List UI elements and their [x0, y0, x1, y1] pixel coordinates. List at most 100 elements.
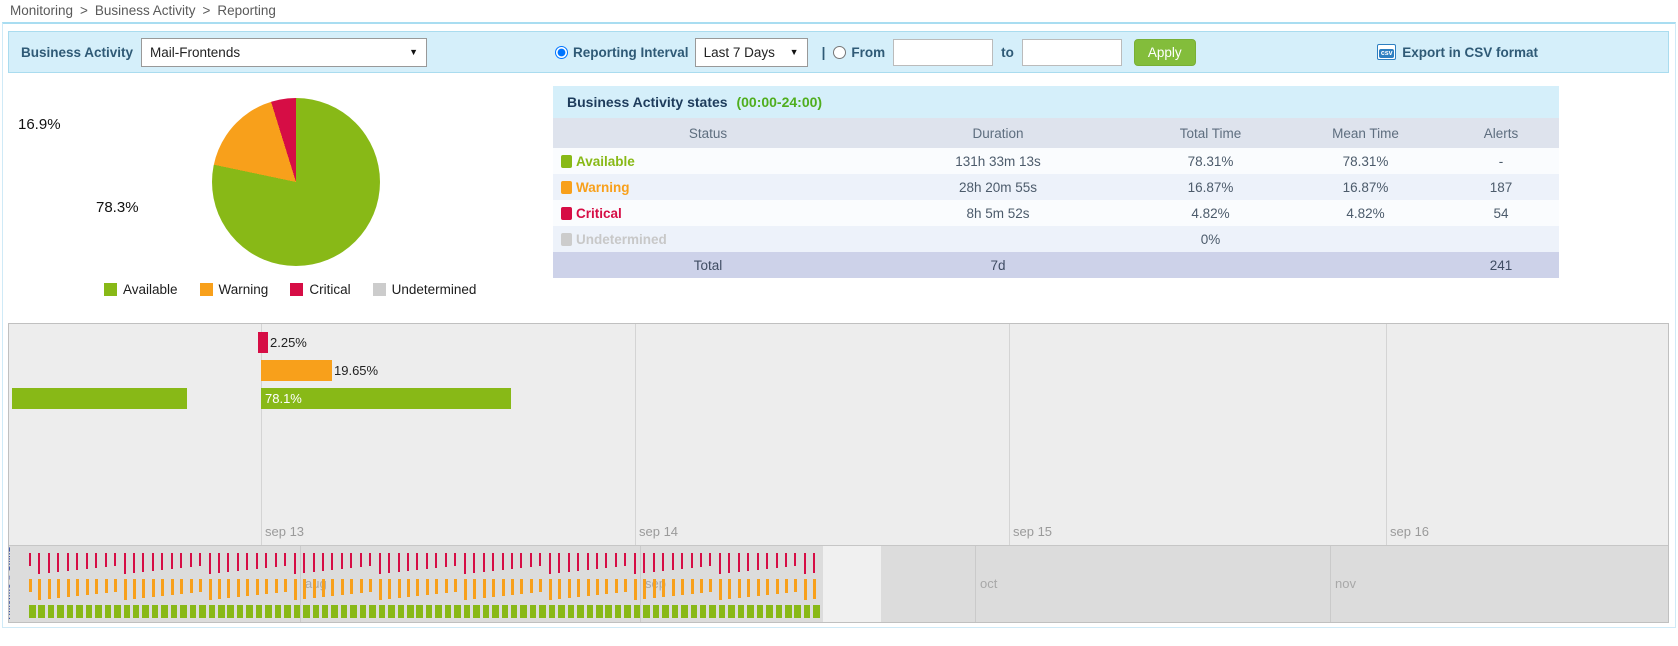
breadcrumb-item-monitoring[interactable]: Monitoring [10, 3, 73, 18]
event-tick-critical [691, 553, 693, 568]
event-tick-available [161, 605, 168, 618]
event-tick-available [464, 605, 471, 618]
cell-total-label: Total [553, 252, 863, 278]
event-tick-critical [624, 553, 626, 566]
event-tick-available [284, 605, 291, 618]
event-tick-warning [142, 579, 145, 598]
breadcrumb-item-reporting[interactable]: Reporting [217, 3, 276, 18]
event-tick-warning [596, 579, 599, 595]
event-tick-warning [511, 579, 514, 595]
event-tick-critical [398, 553, 400, 572]
cell-duration [863, 226, 1133, 252]
event-tick-critical [435, 553, 437, 568]
event-tick-warning [398, 579, 401, 598]
event-tick-warning [67, 579, 70, 597]
event-tick-critical [511, 553, 513, 569]
timeline-overview-band[interactable]: Timeline © SIMILE augsepoctnov [9, 545, 1668, 622]
event-tick-warning [105, 579, 108, 593]
event-tick-critical [728, 553, 730, 573]
timeline-bar-available [12, 388, 187, 409]
legend-label: Available [123, 282, 178, 297]
event-tick-critical [303, 553, 305, 573]
business-activity-select[interactable]: Mail-Frontends ▼ [141, 38, 427, 67]
month-gridline [975, 546, 976, 622]
timeline-main-band[interactable]: sep 13sep 14sep 15sep 162.25%19.65%78.1% [9, 324, 1668, 545]
event-tick-critical [766, 553, 768, 569]
event-tick-available [256, 605, 263, 618]
export-csv-label: Export in CSV format [1402, 45, 1538, 60]
event-tick-critical [804, 553, 806, 574]
event-tick-critical [464, 553, 466, 574]
event-tick-critical [426, 553, 428, 569]
event-tick-available [237, 605, 244, 618]
event-tick-warning [237, 579, 240, 597]
custom-range-radio[interactable] [833, 46, 846, 59]
export-csv-link[interactable]: csv Export in CSV format [1377, 44, 1538, 60]
cell-alerts [1443, 226, 1559, 252]
event-tick-available [435, 605, 442, 618]
column-header-status: Status [553, 118, 863, 148]
event-tick-warning [615, 579, 618, 593]
legend-swatch-available [104, 283, 117, 296]
event-tick-available [48, 605, 55, 618]
event-tick-warning [473, 579, 476, 599]
event-tick-available [322, 605, 329, 618]
event-tick-available [700, 605, 707, 618]
from-date-input[interactable] [893, 39, 993, 66]
apply-button[interactable]: Apply [1134, 39, 1196, 66]
day-label: sep 14 [639, 524, 678, 539]
event-tick-available [757, 605, 764, 618]
event-tick-available [738, 605, 745, 618]
business-activity-label: Business Activity [21, 45, 133, 60]
event-tick-warning [776, 579, 779, 594]
table-row-total: Total7d241 [553, 252, 1559, 278]
event-tick-available [76, 605, 83, 618]
event-tick-critical [445, 553, 447, 567]
reporting-interval-radio[interactable] [555, 46, 568, 59]
cell-alerts: 187 [1443, 174, 1559, 200]
event-tick-available [67, 605, 74, 618]
cell-mean-time [1288, 226, 1443, 252]
status-swatch [561, 181, 572, 194]
table-row-critical: Critical8h 5m 52s4.82%4.82%54 [553, 200, 1559, 226]
timeline-viewport-handle[interactable] [823, 546, 881, 622]
event-tick-warning [766, 579, 769, 595]
event-tick-available [190, 605, 197, 618]
reporting-interval-select[interactable]: Last 7 Days ▼ [695, 38, 808, 67]
event-tick-critical [48, 553, 50, 573]
cell-total-time: 4.82% [1133, 200, 1288, 226]
event-tick-available [38, 605, 45, 618]
to-date-input[interactable] [1022, 39, 1122, 66]
event-tick-critical [29, 553, 31, 566]
event-tick-available [483, 605, 490, 618]
states-table-panel: Business Activity states (00:00-24:00) S… [553, 86, 1559, 278]
event-tick-critical [152, 553, 154, 571]
event-tick-warning [747, 579, 750, 597]
event-tick-available [57, 605, 64, 618]
event-tick-warning [246, 579, 249, 596]
event-tick-critical [350, 553, 352, 568]
status-swatch [561, 155, 572, 168]
status-cell: Warning [553, 174, 863, 200]
event-tick-warning [454, 579, 457, 592]
event-tick-critical [672, 553, 674, 570]
event-tick-warning [86, 579, 89, 595]
cell-mean-time: 78.31% [1288, 148, 1443, 174]
event-tick-warning [38, 579, 41, 600]
event-tick-available [492, 605, 499, 618]
event-tick-critical [502, 553, 504, 570]
event-tick-critical [322, 553, 324, 571]
event-tick-available [265, 605, 272, 618]
event-tick-available [142, 605, 149, 618]
event-tick-available [587, 605, 594, 618]
to-label: to [1001, 45, 1014, 60]
pie-slice-label-available: 78.3% [96, 199, 139, 216]
month-label: nov [1335, 576, 1356, 591]
event-tick-available [360, 605, 367, 618]
cell-duration: 28h 20m 55s [863, 174, 1133, 200]
event-tick-critical [180, 553, 182, 568]
breadcrumb-item-business-activity[interactable]: Business Activity [95, 3, 196, 18]
event-tick-available [530, 605, 537, 618]
event-tick-warning [605, 579, 608, 594]
event-tick-warning [502, 579, 505, 596]
